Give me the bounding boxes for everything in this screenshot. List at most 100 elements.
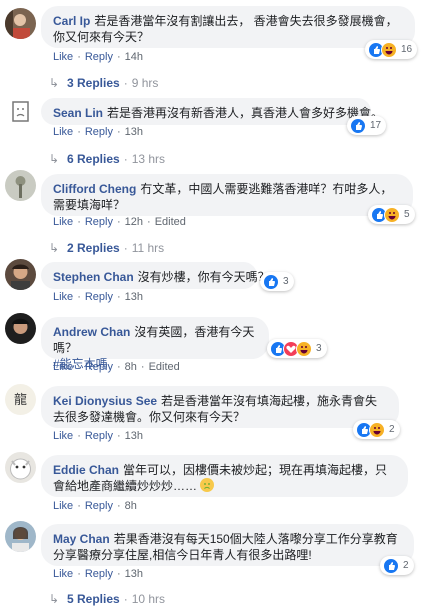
reply-arrow-icon: ↳ xyxy=(49,76,60,90)
reaction-count: 3 xyxy=(316,343,322,354)
haha-reaction-icon xyxy=(384,206,400,223)
avatar[interactable] xyxy=(5,259,36,290)
edited-label[interactable]: Edited xyxy=(149,361,180,373)
comment-bubble: Sean Lin 若是香港再沒有新香港人，真香港人會多好多機會。 xyxy=(41,98,383,125)
reply-button[interactable]: Reply xyxy=(85,51,113,63)
comment-actions: Like · Reply · 13h xyxy=(53,291,144,303)
comment-actions: Like · Reply · 8h · Edited xyxy=(53,361,180,373)
comment-author[interactable]: Stephen Chan xyxy=(53,270,134,284)
reply-arrow-icon: ↳ xyxy=(49,152,60,166)
replies-label[interactable]: 3 Replies xyxy=(67,76,120,90)
reaction-summary[interactable]: 5 xyxy=(368,205,415,224)
comment-author[interactable]: Sean Lin xyxy=(53,106,103,120)
svg-text:龍: 龍 xyxy=(14,392,27,408)
reaction-summary[interactable]: 3 xyxy=(260,272,294,291)
comment-actions: Like · Reply · 14h xyxy=(53,51,144,63)
like-button[interactable]: Like xyxy=(53,291,73,303)
reply-button[interactable]: Reply xyxy=(85,126,113,138)
reply-button[interactable]: Reply xyxy=(85,291,113,303)
reply-arrow-icon: ↳ xyxy=(49,241,60,255)
reply-button[interactable]: Reply xyxy=(85,361,113,373)
comment-author[interactable]: Eddie Chan xyxy=(53,463,119,477)
comment-time[interactable]: 8h xyxy=(125,361,137,373)
comment-time[interactable]: 13h xyxy=(125,126,143,138)
avatar[interactable]: 龍 xyxy=(5,384,36,415)
reaction-count: 5 xyxy=(404,209,410,220)
avatar[interactable] xyxy=(5,8,36,39)
view-replies-link[interactable]: ↳ 3 Replies · 9 hrs xyxy=(49,76,158,90)
comment-thread: Carl Ip 若是香港當年沒有割讓出去， 香港會失去很多發展機會，你又何來有今天… xyxy=(0,0,438,607)
comment-actions: Like · Reply · 13h xyxy=(53,568,144,580)
edited-label[interactable]: Edited xyxy=(155,216,186,228)
comment-author[interactable]: Carl Ip xyxy=(53,14,90,28)
comment-bubble: May Chan 若果香港沒有每天150個大陸人落嚟分享工作分享教育分享醫療分享住… xyxy=(41,524,414,566)
replies-time: 11 hrs xyxy=(131,241,165,255)
like-button[interactable]: Like xyxy=(53,51,73,63)
comment-actions: Like · Reply · 13h xyxy=(53,126,144,138)
comment-time[interactable]: 12h xyxy=(125,216,143,228)
replies-label[interactable]: 6 Replies xyxy=(67,152,120,166)
like-reaction-icon xyxy=(383,557,399,574)
view-replies-link[interactable]: ↳ 5 Replies · 10 hrs xyxy=(49,592,165,606)
reaction-count: 3 xyxy=(283,276,289,287)
like-button[interactable]: Like xyxy=(53,361,73,373)
reply-button[interactable]: Reply xyxy=(85,568,113,580)
sad-face-emoji-icon xyxy=(200,478,215,492)
reaction-count: 16 xyxy=(401,44,413,55)
avatar[interactable] xyxy=(5,313,36,344)
comment-author[interactable]: Clifford Cheng xyxy=(53,182,136,196)
like-reaction-icon xyxy=(350,117,366,134)
reaction-count: 2 xyxy=(403,560,409,571)
avatar[interactable] xyxy=(5,170,36,201)
reply-button[interactable]: Reply xyxy=(85,430,113,442)
comment-bubble: Eddie Chan 當年可以，因樓價未被炒起；現在再填海起樓，只會給地產商繼續炒… xyxy=(41,455,408,497)
like-button[interactable]: Like xyxy=(53,430,73,442)
reaction-summary[interactable]: 3 xyxy=(267,339,327,358)
comment-author[interactable]: Kei Dionysius See xyxy=(53,394,157,408)
like-reaction-icon xyxy=(263,273,279,290)
avatar[interactable] xyxy=(5,452,36,483)
reply-button[interactable]: Reply xyxy=(85,216,113,228)
comment-time[interactable]: 8h xyxy=(125,500,137,512)
reaction-count: 2 xyxy=(389,424,395,435)
comment-bubble: Stephen Chan 沒有炒樓，你有今天嗎？ xyxy=(41,262,270,289)
comment-bubble: Carl Ip 若是香港當年沒有割讓出去， 香港會失去很多發展機會，你又何來有今天… xyxy=(41,6,415,48)
reply-button[interactable]: Reply xyxy=(85,500,113,512)
comment-text: 沒有炒樓，你有今天嗎？ xyxy=(137,270,270,284)
like-button[interactable]: Like xyxy=(53,216,73,228)
comment-actions: Like · Reply · 8h xyxy=(53,500,137,512)
replies-label[interactable]: 5 Replies xyxy=(67,592,120,606)
haha-reaction-icon xyxy=(381,41,397,58)
replies-time: 9 hrs xyxy=(131,76,159,90)
like-button[interactable]: Like xyxy=(53,126,73,138)
reaction-summary[interactable]: 2 xyxy=(353,420,400,439)
haha-reaction-icon xyxy=(296,340,312,357)
replies-time: 13 hrs xyxy=(131,152,166,166)
reply-arrow-icon: ↳ xyxy=(49,592,60,606)
replies-label[interactable]: 2 Replies xyxy=(67,241,120,255)
comment-author[interactable]: Andrew Chan xyxy=(53,325,130,339)
comment-time[interactable]: 13h xyxy=(125,568,143,580)
reaction-summary[interactable]: 16 xyxy=(365,40,418,59)
comment-time[interactable]: 14h xyxy=(125,51,143,63)
reaction-summary[interactable]: 17 xyxy=(347,116,387,135)
comment-bubble: Andrew Chan 沒有英國，香港有今天嗎？ #能忘本嗎 xyxy=(41,317,269,371)
comment-bubble: Kei Dionysius See 若是香港當年沒有填海起樓，施永青會失去很多發達… xyxy=(41,386,399,428)
replies-time: 10 hrs xyxy=(131,592,166,606)
reaction-count: 17 xyxy=(370,120,382,131)
avatar[interactable] xyxy=(5,521,36,552)
like-button[interactable]: Like xyxy=(53,568,73,580)
comment-actions: Like · Reply · 12h · Edited xyxy=(53,216,186,228)
comment-text: 若是香港再沒有新香港人，真香港人會多好多機會。 xyxy=(107,106,384,120)
view-replies-link[interactable]: ↳ 6 Replies · 13 hrs xyxy=(49,152,165,166)
comment-text: 若是香港當年沒有割讓出去， 香港會失去很多發展機會，你又何來有今天？ xyxy=(53,14,398,44)
comment-author[interactable]: May Chan xyxy=(53,532,110,546)
haha-reaction-icon xyxy=(369,421,385,438)
reaction-summary[interactable]: 2 xyxy=(380,556,414,575)
comment-time[interactable]: 13h xyxy=(125,430,143,442)
like-button[interactable]: Like xyxy=(53,500,73,512)
comment-actions: Like · Reply · 13h xyxy=(53,430,144,442)
view-replies-link[interactable]: ↳ 2 Replies · 11 hrs xyxy=(49,241,164,255)
avatar[interactable] xyxy=(5,96,36,127)
comment-time[interactable]: 13h xyxy=(125,291,143,303)
